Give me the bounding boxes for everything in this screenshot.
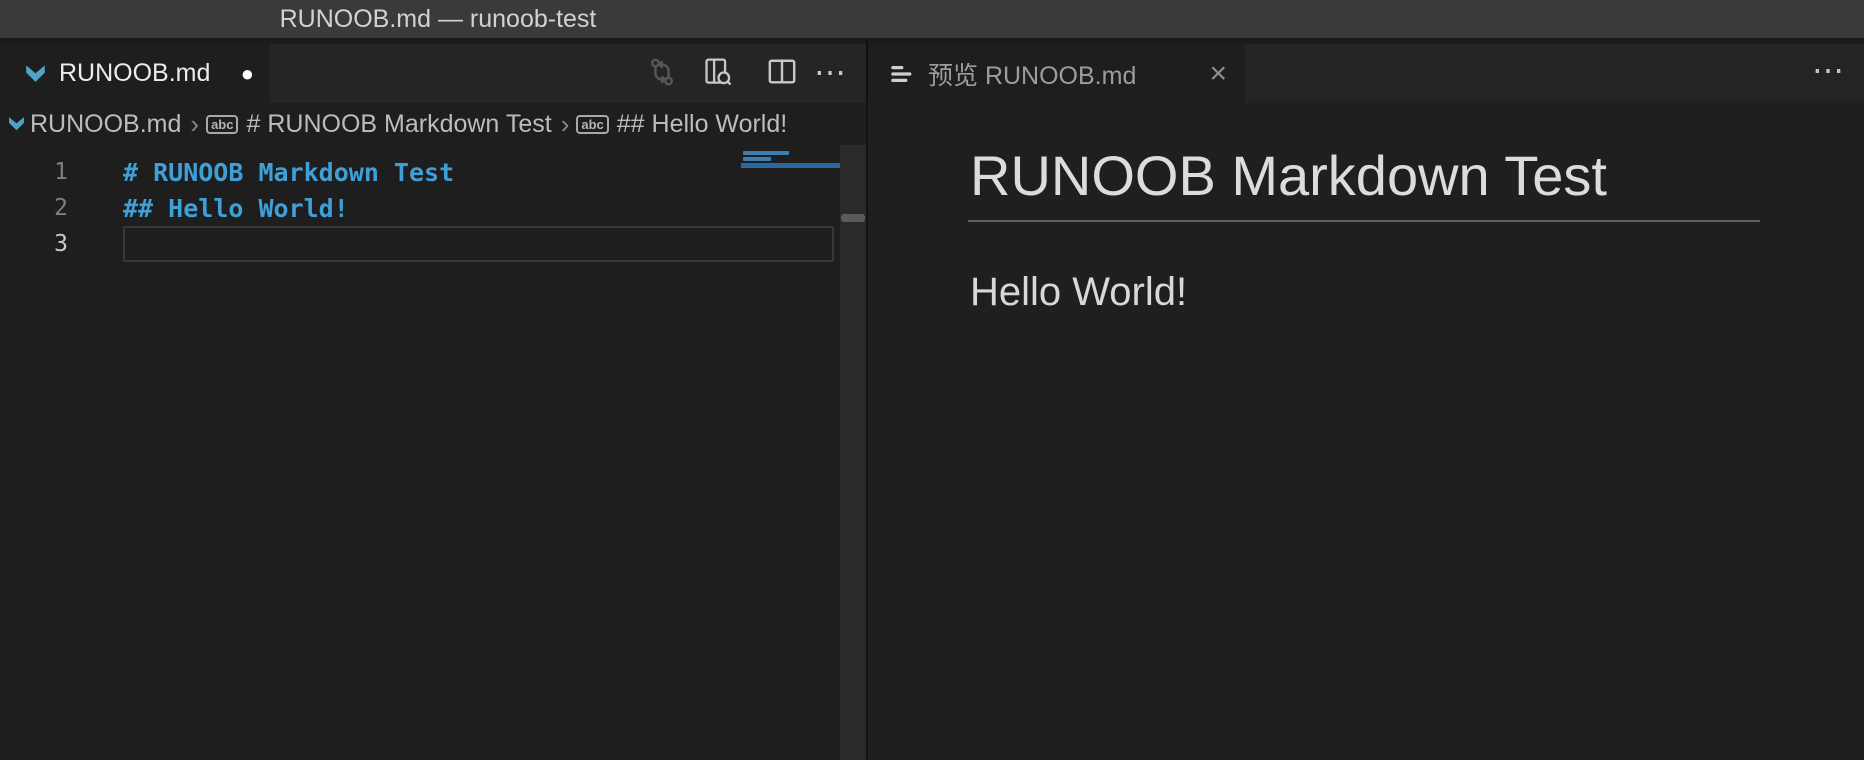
preview-heading-rule bbox=[968, 220, 1760, 222]
markdown-file-icon-small bbox=[7, 116, 26, 132]
tab-preview-runoob-md[interactable]: 预览 RUNOOB.md × bbox=[868, 44, 1245, 103]
tab-label: RUNOOB.md bbox=[59, 59, 210, 88]
modified-dot-icon[interactable]: ● bbox=[241, 63, 254, 85]
close-icon[interactable]: × bbox=[1209, 59, 1227, 89]
title-bar: RUNOOB.md — runoob-test bbox=[0, 0, 1864, 38]
markdown-file-icon bbox=[24, 64, 47, 84]
line-number-active: 3 bbox=[0, 231, 68, 257]
open-changes-icon[interactable] bbox=[647, 57, 677, 87]
symbol-string-icon: abc bbox=[206, 115, 238, 134]
line-text: ## Hello World! bbox=[123, 194, 349, 223]
overview-ruler-cursor-marker bbox=[841, 214, 865, 222]
split-editor-icon[interactable] bbox=[767, 57, 797, 87]
more-actions-button[interactable]: ⋯ bbox=[1812, 54, 1845, 86]
editor-line-1[interactable]: 1 # RUNOOB Markdown Test bbox=[0, 154, 840, 190]
preview-heading-2: Hello World! bbox=[970, 270, 1187, 314]
open-preview-side-icon[interactable] bbox=[703, 57, 733, 87]
tab-label: 预览 RUNOOB.md bbox=[928, 56, 1136, 92]
line-number: 1 bbox=[0, 159, 68, 185]
vscode-window: { "titlebar": { "title": "RUNOOB.md — ru… bbox=[0, 0, 1864, 760]
preview-heading-1: RUNOOB Markdown Test bbox=[970, 146, 1607, 206]
tab-runoob-md[interactable]: RUNOOB.md ● bbox=[0, 44, 270, 103]
minimap-current-line-highlight bbox=[741, 163, 842, 168]
line-text: # RUNOOB Markdown Test bbox=[123, 158, 454, 187]
breadcrumb-file[interactable]: RUNOOB.md bbox=[30, 110, 181, 139]
window-title: RUNOOB.md — runoob-test bbox=[280, 5, 597, 34]
symbol-string-icon: abc bbox=[576, 115, 608, 134]
markdown-preview-icon bbox=[890, 62, 914, 86]
current-line-highlight bbox=[123, 226, 834, 262]
vertical-scrollbar[interactable] bbox=[840, 145, 866, 760]
minimap-line-1 bbox=[743, 151, 789, 155]
editor-line-2[interactable]: 2 ## Hello World! bbox=[0, 190, 840, 226]
breadcrumb-separator: › bbox=[561, 109, 570, 140]
line-number: 2 bbox=[0, 195, 68, 221]
breadcrumb-heading1[interactable]: # RUNOOB Markdown Test bbox=[246, 110, 551, 139]
minimap-line-2 bbox=[743, 157, 771, 161]
more-actions-button[interactable]: ⋯ bbox=[814, 56, 847, 88]
markdown-preview-pane: RUNOOB Markdown Test Hello World! bbox=[868, 103, 1864, 760]
breadcrumb-heading2[interactable]: ## Hello World! bbox=[617, 110, 787, 139]
breadcrumb-separator: › bbox=[190, 109, 199, 140]
breadcrumb: RUNOOB.md › abc # RUNOOB Markdown Test ›… bbox=[0, 103, 866, 145]
